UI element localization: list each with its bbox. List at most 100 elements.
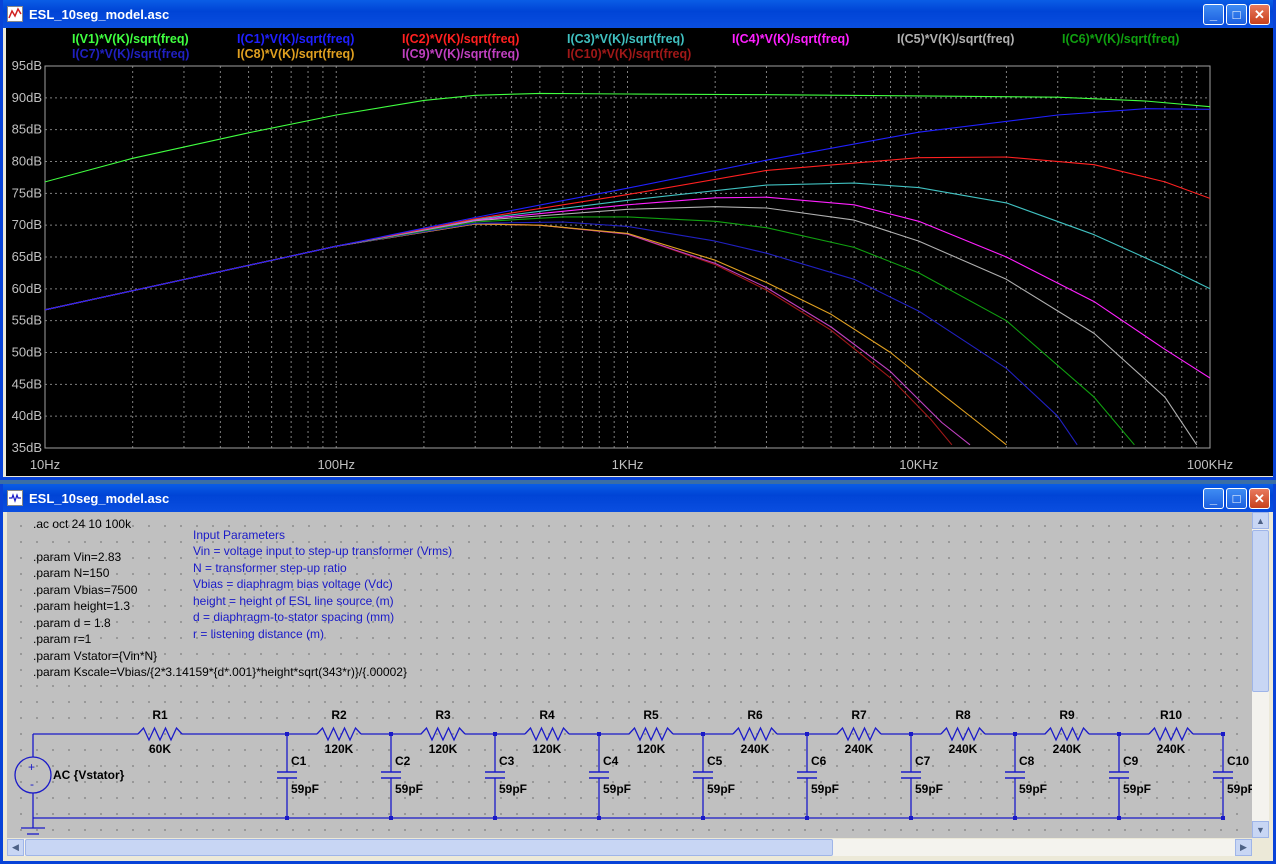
- close-button[interactable]: ✕: [1249, 488, 1270, 509]
- legend-entry[interactable]: I(C8)*V(K)/sqrt(freq): [237, 47, 354, 61]
- capacitor-name[interactable]: C5: [707, 754, 722, 768]
- resistor-name[interactable]: R5: [643, 708, 658, 722]
- plot-pane[interactable]: 95dB 90dB 85dB 80dB 75dB 70dB 65dB 60dB 55dB 50dB…: [6, 28, 1273, 476]
- capacitor-value[interactable]: 59pF: [1019, 782, 1047, 796]
- y-tick-label: 50dB: [12, 345, 42, 360]
- resistor-value[interactable]: 120K: [637, 742, 666, 756]
- resistor-name[interactable]: R9: [1059, 708, 1074, 722]
- scroll-up-button[interactable]: ▲: [1252, 512, 1269, 529]
- resistor-name[interactable]: R8: [955, 708, 970, 722]
- minimize-button[interactable]: _: [1203, 488, 1224, 509]
- capacitor-name[interactable]: C1: [291, 754, 306, 768]
- legend-entry[interactable]: I(C4)*V(K)/sqrt(freq): [732, 32, 849, 46]
- legend-entry[interactable]: I(C5)*V(K)/sqrt(freq): [897, 32, 1014, 46]
- x-tick-label: 100Hz: [317, 457, 355, 472]
- resistor-symbol[interactable]: [1148, 726, 1194, 742]
- resistor-name[interactable]: R10: [1160, 708, 1182, 722]
- resistor-symbol[interactable]: [732, 726, 778, 742]
- y-tick-label: 60dB: [12, 281, 42, 296]
- vertical-scrollbar[interactable]: ▲ ▼: [1252, 512, 1269, 838]
- resistor-symbol[interactable]: [836, 726, 882, 742]
- y-tick-label: 90dB: [12, 90, 42, 105]
- horizontal-scrollbar[interactable]: ◀ ▶: [7, 839, 1252, 856]
- plot-window-titlebar[interactable]: ESL_10seg_model.asc _ □ ✕: [3, 0, 1273, 28]
- capacitor-value[interactable]: 59pF: [811, 782, 839, 796]
- plot-grid: [44, 65, 1210, 449]
- junction-dot: [1117, 816, 1121, 820]
- capacitor-name[interactable]: C10: [1227, 754, 1249, 768]
- legend-entry[interactable]: I(C6)*V(K)/sqrt(freq): [1062, 32, 1179, 46]
- capacitor-value[interactable]: 59pF: [395, 782, 423, 796]
- junction-dot: [909, 816, 913, 820]
- horizontal-scroll-thumb[interactable]: [25, 839, 833, 856]
- capacitor-name[interactable]: C7: [915, 754, 930, 768]
- resistor-name[interactable]: R1: [152, 708, 167, 722]
- series-line[interactable]: [45, 206, 1198, 446]
- capacitor-value[interactable]: 59pF: [603, 782, 631, 796]
- resistor-name[interactable]: R3: [435, 708, 450, 722]
- schematic-window-titlebar[interactable]: ESL_10seg_model.asc _ □ ✕: [3, 484, 1273, 512]
- capacitor-value[interactable]: 59pF: [291, 782, 319, 796]
- x-tick-label: 1KHz: [612, 457, 644, 472]
- resistor-name[interactable]: R7: [851, 708, 866, 722]
- resistor-symbol[interactable]: [524, 726, 570, 742]
- junction-dot: [285, 816, 289, 820]
- legend-entry[interactable]: I(C2)*V(K)/sqrt(freq): [402, 32, 519, 46]
- resistor-value[interactable]: 60K: [149, 742, 171, 756]
- resistor-name[interactable]: R6: [747, 708, 762, 722]
- capacitor-value[interactable]: 59pF: [915, 782, 943, 796]
- legend-entry[interactable]: I(C3)*V(K)/sqrt(freq): [567, 32, 684, 46]
- schematic-window: ESL_10seg_model.asc _ □ ✕ .ac oct 24 10 …: [0, 484, 1276, 864]
- capacitor-name[interactable]: C3: [499, 754, 514, 768]
- resistor-name[interactable]: R2: [331, 708, 346, 722]
- capacitor-value[interactable]: 59pF: [1123, 782, 1151, 796]
- resistor-value[interactable]: 240K: [845, 742, 874, 756]
- capacitor-value[interactable]: 59pF: [499, 782, 527, 796]
- y-tick-label: 80dB: [12, 154, 42, 169]
- y-tick-label: 65dB: [12, 249, 42, 264]
- capacitor-name[interactable]: C6: [811, 754, 826, 768]
- resistor-value[interactable]: 240K: [1053, 742, 1082, 756]
- capacitor-name[interactable]: C2: [395, 754, 410, 768]
- resistor-value[interactable]: 240K: [1157, 742, 1186, 756]
- resistor-symbol[interactable]: [940, 726, 986, 742]
- junction-dot: [1221, 816, 1225, 820]
- legend-entry[interactable]: I(V1)*V(K)/sqrt(freq): [72, 32, 189, 46]
- maximize-button[interactable]: □: [1226, 4, 1247, 25]
- y-tick-label: 45dB: [12, 376, 42, 391]
- scroll-left-button[interactable]: ◀: [7, 839, 24, 856]
- y-tick-label: 55dB: [12, 313, 42, 328]
- maximize-button[interactable]: □: [1226, 488, 1247, 509]
- legend-entry[interactable]: I(C9)*V(K)/sqrt(freq): [402, 47, 519, 61]
- plot-window: ESL_10seg_model.asc _ □ ✕ 95dB 90dB 85dB 80…: [0, 0, 1276, 480]
- frequency-response-chart[interactable]: 95dB 90dB 85dB 80dB 75dB 70dB 65dB 60dB 55dB 50dB…: [6, 28, 1273, 476]
- resistor-value[interactable]: 240K: [741, 742, 770, 756]
- junction-dot: [701, 816, 705, 820]
- scroll-down-button[interactable]: ▼: [1252, 821, 1269, 838]
- source-label[interactable]: AC {Vstator}: [53, 768, 124, 782]
- resistor-symbol[interactable]: [137, 726, 183, 742]
- capacitor-value[interactable]: 59pF: [707, 782, 735, 796]
- resistor-value[interactable]: 120K: [325, 742, 354, 756]
- legend-entry[interactable]: I(C7)*V(K)/sqrt(freq): [72, 47, 189, 61]
- resistor-symbol[interactable]: [1044, 726, 1090, 742]
- series-line[interactable]: [45, 216, 1135, 446]
- close-button[interactable]: ✕: [1249, 4, 1270, 25]
- resistor-value[interactable]: 120K: [429, 742, 458, 756]
- capacitor-value[interactable]: 59pF: [1227, 782, 1255, 796]
- resistor-symbol[interactable]: [420, 726, 466, 742]
- legend-entry[interactable]: I(C10)*V(K)/sqrt(freq): [567, 47, 691, 61]
- capacitor-name[interactable]: C9: [1123, 754, 1138, 768]
- capacitor-name[interactable]: C8: [1019, 754, 1034, 768]
- minimize-button[interactable]: _: [1203, 4, 1224, 25]
- legend-entry[interactable]: I(C1)*V(K)/sqrt(freq): [237, 32, 354, 46]
- schematic-canvas[interactable]: .ac oct 24 10 100k .param Vin=2.83 .para…: [7, 512, 1255, 838]
- resistor-symbol[interactable]: [628, 726, 674, 742]
- vertical-scroll-thumb[interactable]: [1252, 530, 1269, 692]
- resistor-value[interactable]: 120K: [533, 742, 562, 756]
- resistor-symbol[interactable]: [316, 726, 362, 742]
- scroll-right-button[interactable]: ▶: [1235, 839, 1252, 856]
- capacitor-name[interactable]: C4: [603, 754, 618, 768]
- resistor-value[interactable]: 240K: [949, 742, 978, 756]
- resistor-name[interactable]: R4: [539, 708, 554, 722]
